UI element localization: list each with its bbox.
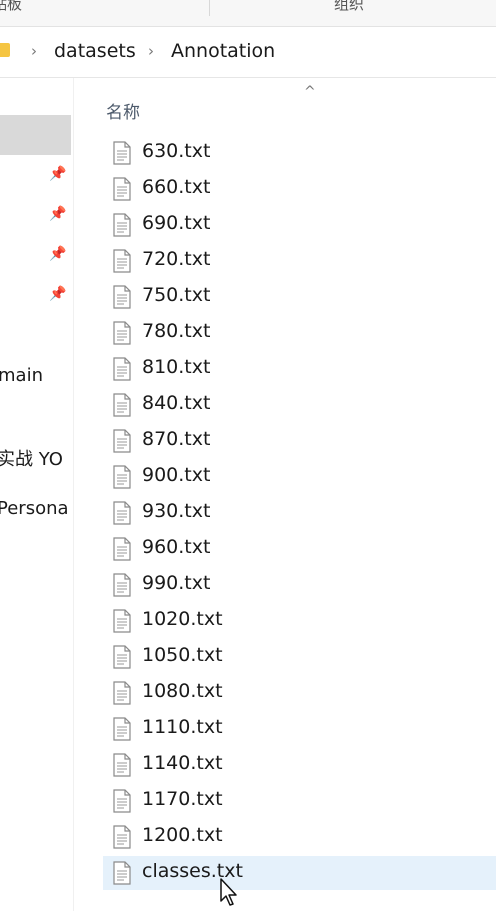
file-row[interactable]: 990.txt: [103, 568, 496, 602]
file-name: 720.txt: [142, 248, 211, 270]
ribbon-group-organize[interactable]: 组织: [334, 0, 364, 14]
text-file-icon: [113, 393, 131, 417]
file-name: 1200.txt: [142, 824, 223, 846]
text-file-icon: [113, 573, 131, 597]
file-name: 930.txt: [142, 500, 211, 522]
file-name: 1020.txt: [142, 608, 223, 630]
file-name: 1140.txt: [142, 752, 223, 774]
text-file-icon: [113, 501, 131, 525]
ribbon-group-clipboard[interactable]: 贴板: [0, 0, 22, 14]
file-name: 1080.txt: [142, 680, 223, 702]
file-row[interactable]: 900.txt: [103, 460, 496, 494]
sort-ascending-icon[interactable]: ^: [304, 84, 316, 100]
chevron-right-icon[interactable]: ›: [31, 42, 37, 60]
nav-item-personal[interactable]: Persona: [0, 498, 69, 519]
file-row[interactable]: 1050.txt: [103, 640, 496, 674]
text-file-icon: [113, 609, 131, 633]
file-row[interactable]: 1140.txt: [103, 748, 496, 782]
text-file-icon: [113, 681, 131, 705]
file-row[interactable]: 780.txt: [103, 316, 496, 350]
file-name: 690.txt: [142, 212, 211, 234]
file-row[interactable]: 810.txt: [103, 352, 496, 386]
text-file-icon: [113, 753, 131, 777]
text-file-icon: [113, 213, 131, 237]
file-name: 960.txt: [142, 536, 211, 558]
file-row[interactable]: 1200.txt: [103, 820, 496, 854]
file-row[interactable]: 690.txt: [103, 208, 496, 242]
file-row[interactable]: 660.txt: [103, 172, 496, 206]
ribbon: 贴板 组织: [0, 0, 496, 27]
file-row[interactable]: 930.txt: [103, 496, 496, 530]
mouse-cursor-icon: [220, 878, 237, 906]
text-file-icon: [113, 825, 131, 849]
file-name: 870.txt: [142, 428, 211, 450]
nav-item-main[interactable]: main: [0, 365, 43, 386]
text-file-icon: [113, 645, 131, 669]
file-name: 900.txt: [142, 464, 211, 486]
text-file-icon: [113, 357, 131, 381]
breadcrumb-annotation[interactable]: Annotation: [171, 40, 275, 62]
pin-icon: 📌: [49, 206, 67, 222]
file-name: 1050.txt: [142, 644, 223, 666]
text-file-icon: [113, 861, 131, 885]
file-name: 1170.txt: [142, 788, 223, 810]
folder-icon: [0, 43, 10, 57]
file-row[interactable]: classes.txt: [103, 856, 496, 890]
text-file-icon: [113, 789, 131, 813]
text-file-icon: [113, 177, 131, 201]
file-row[interactable]: 1080.txt: [103, 676, 496, 710]
file-row[interactable]: 1170.txt: [103, 784, 496, 818]
text-file-icon: [113, 717, 131, 741]
file-name: 750.txt: [142, 284, 211, 306]
file-row[interactable]: 750.txt: [103, 280, 496, 314]
text-file-icon: [113, 465, 131, 489]
file-name: 660.txt: [142, 176, 211, 198]
file-name: 1110.txt: [142, 716, 223, 738]
file-name: 840.txt: [142, 392, 211, 414]
file-name: 780.txt: [142, 320, 211, 342]
text-file-icon: [113, 321, 131, 345]
file-row[interactable]: 840.txt: [103, 388, 496, 422]
pin-icon: 📌: [49, 246, 67, 262]
file-row[interactable]: 720.txt: [103, 244, 496, 278]
nav-item-yolo[interactable]: 实战 YO: [0, 445, 63, 471]
pin-icon: 📌: [49, 286, 67, 302]
navigation-pane: [0, 78, 74, 911]
text-file-icon: [113, 429, 131, 453]
pin-icon: 📌: [49, 166, 67, 182]
chevron-right-icon[interactable]: ›: [148, 42, 154, 60]
file-row[interactable]: 870.txt: [103, 424, 496, 458]
file-name: 630.txt: [142, 140, 211, 162]
file-row[interactable]: 630.txt: [103, 136, 496, 170]
ribbon-separator: [209, 0, 210, 16]
text-file-icon: [113, 537, 131, 561]
text-file-icon: [113, 141, 131, 165]
file-name: 990.txt: [142, 572, 211, 594]
breadcrumb-datasets[interactable]: datasets: [54, 40, 136, 62]
file-row[interactable]: 1020.txt: [103, 604, 496, 638]
text-file-icon: [113, 249, 131, 273]
nav-selected-item[interactable]: [0, 115, 71, 155]
column-header-name[interactable]: 名称: [106, 98, 140, 123]
file-row[interactable]: 960.txt: [103, 532, 496, 566]
text-file-icon: [113, 285, 131, 309]
file-name: 810.txt: [142, 356, 211, 378]
file-row[interactable]: 1110.txt: [103, 712, 496, 746]
